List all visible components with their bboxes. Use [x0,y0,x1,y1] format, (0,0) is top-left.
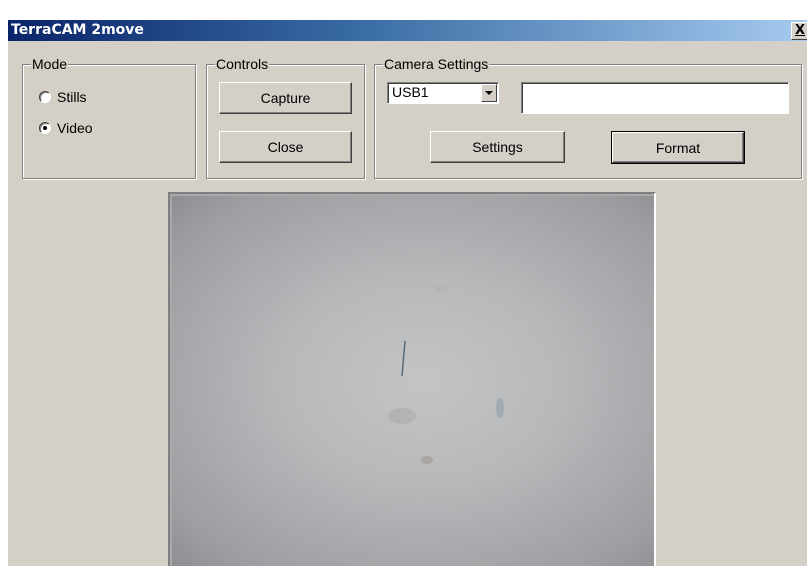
stain-mark [496,398,504,418]
stills-radio[interactable] [39,91,51,103]
preview-stains [388,285,504,464]
format-button[interactable]: Format [611,131,745,164]
settings-button[interactable]: Settings [430,131,565,163]
stills-radio-row[interactable]: Stills [39,88,87,106]
capture-button[interactable]: Capture [219,82,352,114]
controls-legend: Controls [215,56,270,72]
video-radio-row[interactable]: Video [39,119,93,137]
video-radio[interactable] [39,122,51,134]
stain-mark [434,285,446,291]
video-label: Video [57,120,93,136]
chevron-down-icon[interactable] [481,84,497,102]
device-selected-value: USB1 [392,84,429,100]
window-title: TerraCAM 2move [11,22,144,38]
controls-group: Controls Capture Close [206,56,365,179]
camera-settings-legend: Camera Settings [383,56,490,72]
close-window-button[interactable]: X [791,22,807,40]
mode-group: Mode Stills Video [22,56,196,179]
stain-mark [388,408,416,424]
mode-legend: Mode [31,56,69,72]
terracam-window: TerraCAM 2move X Mode Stills Video Contr… [8,20,807,566]
camera-text-field[interactable] [521,82,789,114]
device-select[interactable]: USB1 [387,82,499,104]
stain-mark [421,456,433,464]
stills-label: Stills [57,89,87,105]
title-bar[interactable]: TerraCAM 2move X [8,20,807,41]
camera-preview-frame [168,192,656,566]
camera-settings-group: Camera Settings USB1 Settings Format [374,56,802,179]
camera-preview-image [172,196,654,566]
stain-mark [401,340,406,377]
close-button[interactable]: Close [219,131,352,163]
